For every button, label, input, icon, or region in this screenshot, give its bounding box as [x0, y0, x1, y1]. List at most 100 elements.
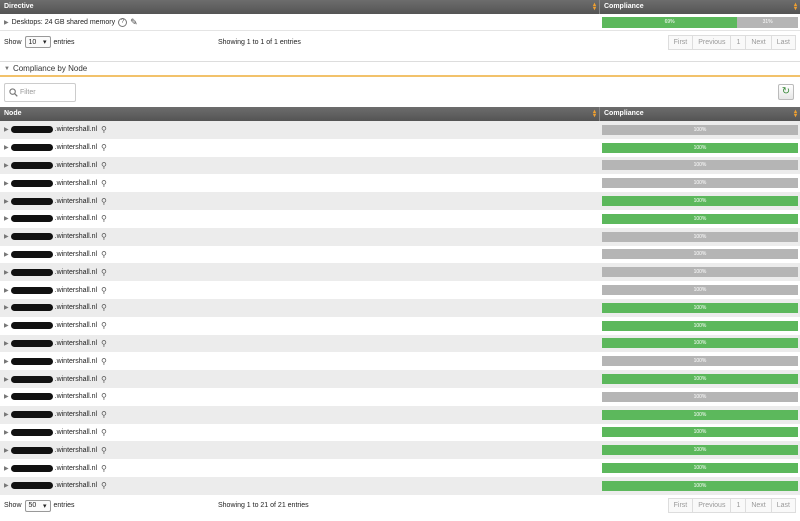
magnifier-icon[interactable]: ⚲: [101, 232, 107, 241]
expand-triangle-icon[interactable]: ▶: [4, 162, 9, 169]
table-row[interactable]: ▶ .wintershall.nl ⚲ 100%: [0, 459, 800, 477]
magnifier-icon[interactable]: ⚲: [101, 286, 107, 295]
node-hostname[interactable]: .wintershall.nl: [55, 144, 97, 151]
sort-icon[interactable]: ▴ ▾: [794, 109, 797, 119]
expand-triangle-icon[interactable]: ▶: [4, 126, 9, 133]
table-row[interactable]: ▶ .wintershall.nl ⚲ 100%: [0, 263, 800, 282]
pager-next[interactable]: Next: [745, 34, 772, 50]
filter-input[interactable]: Filter: [4, 82, 76, 102]
expand-triangle-icon[interactable]: ▶: [4, 429, 9, 436]
expand-triangle-icon[interactable]: ▶: [4, 411, 9, 418]
pager-last[interactable]: Last: [770, 498, 796, 514]
expand-triangle-icon[interactable]: ▶: [4, 340, 9, 347]
node-hostname[interactable]: .wintershall.nl: [55, 287, 97, 294]
magnifier-icon[interactable]: ⚲: [101, 481, 107, 490]
magnifier-icon[interactable]: ⚲: [101, 161, 107, 170]
directive-row[interactable]: ▶ Desktops: 24 GB shared memory ? ✎ 69% …: [0, 14, 800, 31]
magnifier-icon[interactable]: ⚲: [101, 250, 107, 259]
expand-triangle-icon[interactable]: ▶: [4, 269, 9, 276]
expand-triangle-icon[interactable]: ▶: [4, 215, 9, 222]
expand-triangle-icon[interactable]: ▶: [4, 376, 9, 383]
table-row[interactable]: ▶ .wintershall.nl ⚲ 100%: [0, 424, 800, 442]
table-row[interactable]: ▶ .wintershall.nl ⚲ 100%: [0, 388, 800, 406]
node-hostname[interactable]: .wintershall.nl: [55, 304, 97, 311]
expand-triangle-icon[interactable]: ▶: [4, 19, 9, 26]
help-icon[interactable]: ?: [118, 17, 128, 27]
node-hostname[interactable]: .wintershall.nl: [55, 358, 97, 365]
pencil-icon[interactable]: ✎: [130, 17, 138, 28]
sort-icon[interactable]: ▴ ▾: [593, 109, 596, 119]
node-hostname[interactable]: .wintershall.nl: [55, 393, 97, 400]
expand-triangle-icon[interactable]: ▶: [4, 358, 9, 365]
pager-page-1[interactable]: 1: [730, 34, 747, 50]
magnifier-icon[interactable]: ⚲: [101, 375, 107, 384]
compliance-by-node-section[interactable]: ▼ Compliance by Node: [0, 61, 800, 77]
table-row[interactable]: ▶ .wintershall.nl ⚲ 100%: [0, 246, 800, 264]
compliance-column-header[interactable]: Compliance ▴ ▾: [600, 107, 800, 121]
magnifier-icon[interactable]: ⚲: [101, 321, 107, 330]
magnifier-icon[interactable]: ⚲: [101, 410, 107, 419]
node-hostname[interactable]: .wintershall.nl: [55, 322, 97, 329]
pager-next[interactable]: Next: [745, 498, 772, 514]
page-size-select[interactable]: 10 ▾: [24, 36, 51, 48]
magnifier-icon[interactable]: ⚲: [101, 197, 107, 206]
table-row[interactable]: ▶ .wintershall.nl ⚲ 100%: [0, 352, 800, 370]
node-hostname[interactable]: .wintershall.nl: [55, 269, 97, 276]
node-hostname[interactable]: .wintershall.nl: [55, 376, 97, 383]
table-row[interactable]: ▶ .wintershall.nl ⚲ 100%: [0, 139, 800, 157]
magnifier-icon[interactable]: ⚲: [101, 303, 107, 312]
table-row[interactable]: ▶ .wintershall.nl ⚲ 100%: [0, 156, 800, 175]
node-hostname[interactable]: .wintershall.nl: [55, 198, 97, 205]
expand-triangle-icon[interactable]: ▶: [4, 447, 9, 454]
node-hostname[interactable]: .wintershall.nl: [55, 251, 97, 258]
expand-triangle-icon[interactable]: ▶: [4, 304, 9, 311]
magnifier-icon[interactable]: ⚲: [101, 339, 107, 348]
expand-triangle-icon[interactable]: ▶: [4, 233, 9, 240]
node-hostname[interactable]: .wintershall.nl: [55, 447, 97, 454]
expand-triangle-icon[interactable]: ▶: [4, 180, 9, 187]
table-row[interactable]: ▶ .wintershall.nl ⚲ 100%: [0, 476, 800, 495]
expand-triangle-icon[interactable]: ▶: [4, 251, 9, 258]
magnifier-icon[interactable]: ⚲: [101, 357, 107, 366]
expand-triangle-icon[interactable]: ▶: [4, 198, 9, 205]
magnifier-icon[interactable]: ⚲: [101, 428, 107, 437]
node-hostname[interactable]: .wintershall.nl: [55, 215, 97, 222]
node-column-header[interactable]: Node ▴ ▾: [0, 107, 600, 121]
expand-triangle-icon[interactable]: ▶: [4, 482, 9, 489]
expand-triangle-icon[interactable]: ▶: [4, 393, 9, 400]
node-hostname[interactable]: .wintershall.nl: [55, 411, 97, 418]
expand-triangle-icon[interactable]: ▶: [4, 465, 9, 472]
sort-icon[interactable]: ▴ ▾: [794, 2, 797, 12]
pager-previous[interactable]: Previous: [692, 498, 732, 514]
magnifier-icon[interactable]: ⚲: [101, 464, 107, 473]
node-hostname[interactable]: .wintershall.nl: [55, 126, 97, 133]
directive-column-header[interactable]: Directive ▴ ▾: [0, 0, 600, 14]
pager-last[interactable]: Last: [770, 34, 796, 50]
magnifier-icon[interactable]: ⚲: [101, 143, 107, 152]
table-row[interactable]: ▶ .wintershall.nl ⚲ 100%: [0, 121, 800, 139]
expand-triangle-icon[interactable]: ▶: [4, 322, 9, 329]
table-row[interactable]: ▶ .wintershall.nl ⚲ 100%: [0, 298, 800, 317]
magnifier-icon[interactable]: ⚲: [101, 446, 107, 455]
compliance-column-header[interactable]: Compliance ▴ ▾: [600, 0, 800, 14]
collapse-triangle-icon[interactable]: ▼: [4, 66, 10, 72]
table-row[interactable]: ▶ .wintershall.nl ⚲ 100%: [0, 317, 800, 335]
table-row[interactable]: ▶ .wintershall.nl ⚲ 100%: [0, 210, 800, 228]
sort-icon[interactable]: ▴ ▾: [593, 2, 596, 12]
table-row[interactable]: ▶ .wintershall.nl ⚲ 100%: [0, 405, 800, 424]
page-size-select[interactable]: 50 ▾: [24, 499, 51, 512]
table-row[interactable]: ▶ .wintershall.nl ⚲ 100%: [0, 192, 800, 210]
pager-first[interactable]: First: [667, 498, 694, 514]
refresh-button[interactable]: ↻: [778, 84, 794, 100]
table-row[interactable]: ▶ .wintershall.nl ⚲ 100%: [0, 441, 800, 460]
node-hostname[interactable]: .wintershall.nl: [55, 482, 97, 489]
node-hostname[interactable]: .wintershall.nl: [55, 340, 97, 347]
node-hostname[interactable]: .wintershall.nl: [55, 233, 97, 240]
pager-page-1[interactable]: 1: [730, 498, 747, 514]
pager-first[interactable]: First: [667, 34, 694, 50]
table-row[interactable]: ▶ .wintershall.nl ⚲ 100%: [0, 174, 800, 192]
magnifier-icon[interactable]: ⚲: [101, 268, 107, 277]
node-hostname[interactable]: .wintershall.nl: [55, 465, 97, 472]
pager-previous[interactable]: Previous: [692, 34, 732, 50]
table-row[interactable]: ▶ .wintershall.nl ⚲ 100%: [0, 227, 800, 246]
